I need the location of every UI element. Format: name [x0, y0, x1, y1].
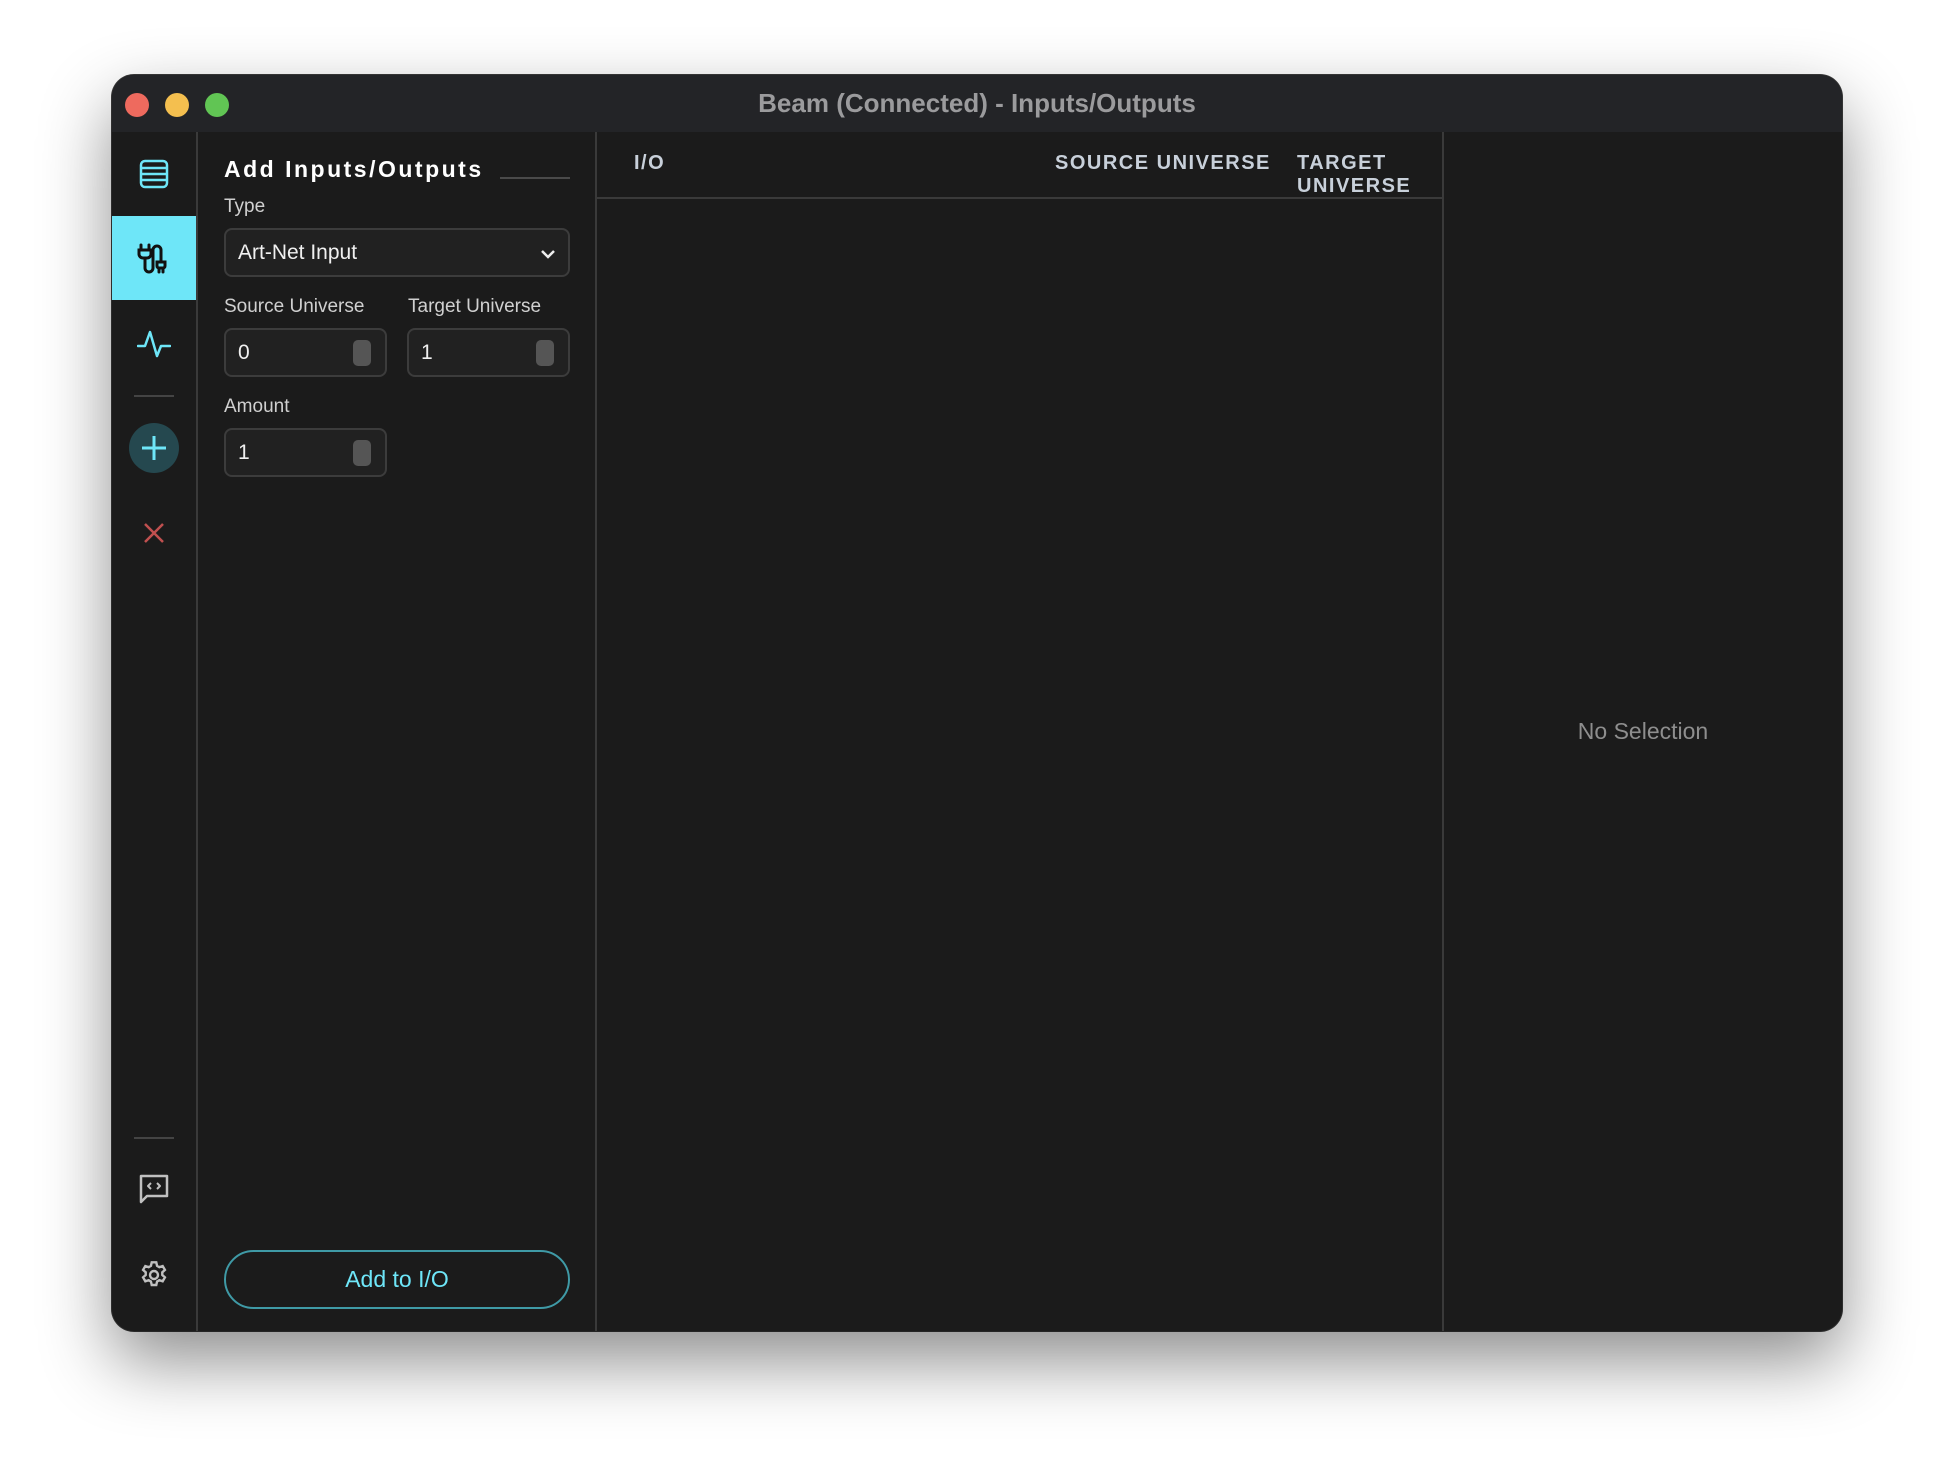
sidebar-item-settings[interactable]: [112, 1233, 196, 1317]
app-window: Beam (Connected) - Inputs/Outputs Add In…: [112, 75, 1842, 1331]
sidebar-divider: [134, 395, 174, 397]
io-table: I/O SOURCE UNIVERSE TARGET UNIVERSE: [597, 132, 1444, 1331]
column-header-io[interactable]: I/O: [634, 152, 665, 175]
close-icon: [144, 523, 164, 543]
sidebar-item-monitor[interactable]: [112, 302, 196, 386]
amount-stepper[interactable]: 1: [224, 428, 387, 477]
target-universe-value: 1: [421, 340, 433, 364]
stepper-arrows-icon[interactable]: [353, 340, 371, 366]
stepper-arrows-icon[interactable]: [536, 340, 554, 366]
column-header-target-universe[interactable]: TARGET UNIVERSE: [1297, 152, 1442, 198]
sidebar-item-io[interactable]: [112, 216, 196, 300]
add-button[interactable]: [112, 406, 196, 490]
window-title: Beam (Connected) - Inputs/Outputs: [758, 88, 1196, 118]
delete-button[interactable]: [112, 491, 196, 575]
code-chat-icon: [139, 1174, 169, 1204]
amount-label: Amount: [224, 396, 290, 417]
detail-pane: No Selection: [1444, 132, 1842, 1331]
sidebar-item-console[interactable]: [112, 1147, 196, 1231]
plug-icon: [137, 243, 167, 274]
source-universe-label: Source Universe: [224, 296, 365, 317]
column-header-source-universe[interactable]: SOURCE UNIVERSE: [1055, 152, 1271, 175]
source-universe-value: 0: [238, 340, 250, 364]
chevron-down-icon: [541, 250, 555, 259]
sidebar-item-list[interactable]: [112, 132, 196, 216]
target-universe-label: Target Universe: [408, 296, 542, 317]
sidebar-divider: [134, 1137, 174, 1139]
type-value: Art-Net Input: [238, 240, 358, 264]
add-to-io-button[interactable]: Add to I/O: [224, 1250, 570, 1309]
title-bar: Beam (Connected) - Inputs/Outputs: [112, 75, 1842, 132]
type-label: Type: [224, 196, 266, 217]
stepper-arrows-icon[interactable]: [353, 440, 371, 466]
amount-value: 1: [238, 440, 250, 464]
type-select[interactable]: Art-Net Input: [224, 228, 570, 277]
sidebar: [112, 132, 198, 1331]
no-selection-text: No Selection: [1577, 718, 1709, 744]
list-icon: [139, 159, 169, 189]
header-divider: [597, 197, 1442, 199]
pulse-icon: [137, 330, 171, 358]
panel-title: Add Inputs/Outputs: [224, 156, 484, 182]
target-universe-stepper[interactable]: 1: [407, 328, 570, 377]
add-io-panel: Add Inputs/Outputs Type Art-Net Input So…: [198, 132, 597, 1331]
plus-icon: [129, 423, 179, 473]
gear-icon: [141, 1261, 167, 1287]
title-rule: [500, 177, 570, 179]
source-universe-stepper[interactable]: 0: [224, 328, 387, 377]
